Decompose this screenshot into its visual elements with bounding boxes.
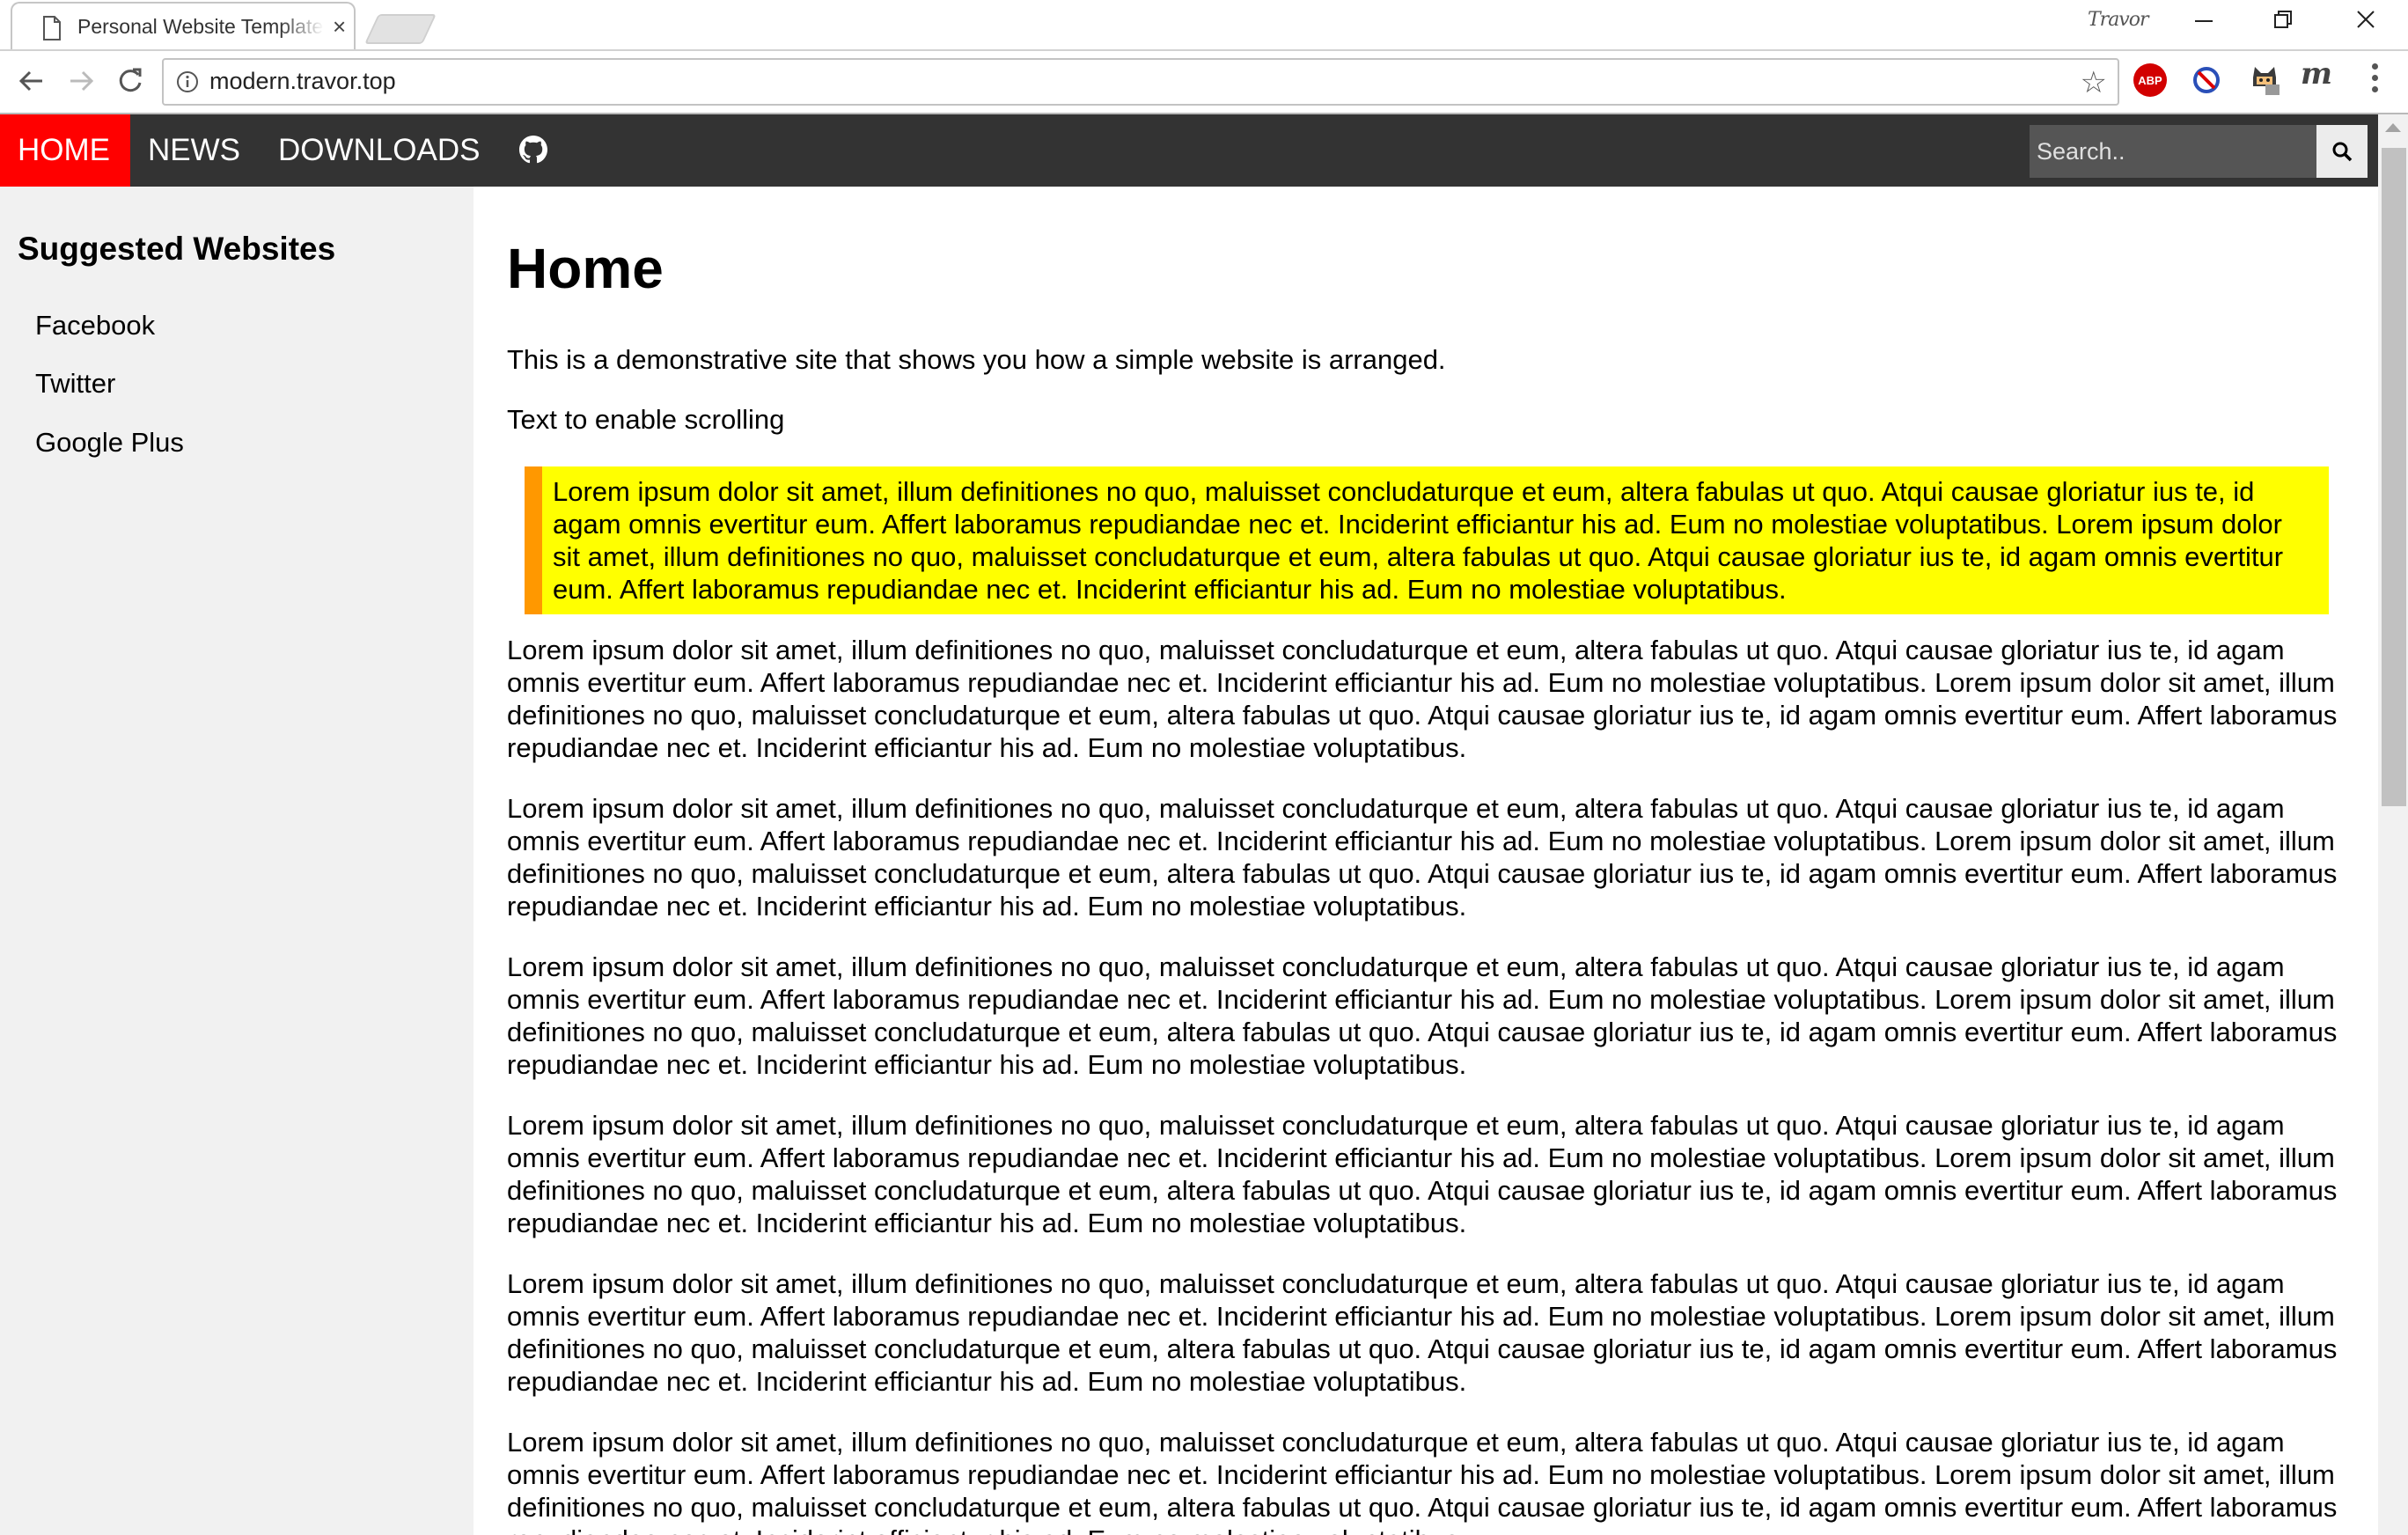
address-bar[interactable]: modern.travor.top ☆ bbox=[162, 58, 2119, 106]
nav-news[interactable]: NEWS bbox=[130, 114, 259, 187]
search-icon bbox=[2332, 142, 2353, 162]
vertical-scrollbar[interactable] bbox=[2378, 114, 2408, 1535]
close-window-icon[interactable] bbox=[2348, 7, 2383, 40]
nav-home[interactable]: HOME bbox=[0, 114, 130, 187]
restore-icon[interactable] bbox=[2265, 7, 2301, 40]
github-icon[interactable] bbox=[514, 114, 558, 187]
paragraph: Lorem ipsum dolor sit amet, illum defini… bbox=[507, 635, 2338, 763]
browser-tab[interactable]: Personal Website Template × bbox=[11, 2, 356, 49]
paragraph: Lorem ipsum dolor sit amet, illum defini… bbox=[507, 1110, 2338, 1238]
adblock-extension-icon[interactable]: ABP bbox=[2133, 63, 2167, 97]
sidebar-link-google-plus[interactable]: Google Plus bbox=[35, 427, 184, 459]
paragraph: Lorem ipsum dolor sit amet, illum defini… bbox=[507, 1268, 2338, 1397]
tab-title: Personal Website Template bbox=[77, 15, 324, 38]
cat-extension-icon[interactable] bbox=[2248, 63, 2281, 97]
search-button[interactable] bbox=[2316, 125, 2368, 178]
scrollbar-thumb[interactable] bbox=[2382, 148, 2406, 806]
back-icon[interactable] bbox=[12, 62, 51, 100]
intro-text: This is a demonstrative site that shows … bbox=[507, 344, 1446, 375]
page-title: Home bbox=[507, 237, 664, 300]
highlight-box: Lorem ipsum dolor sit amet, illum defini… bbox=[525, 466, 2329, 614]
browser-menu-icon[interactable] bbox=[2366, 63, 2383, 99]
scroll-note: Text to enable scrolling bbox=[507, 404, 785, 435]
sidebar-link-facebook[interactable]: Facebook bbox=[35, 310, 155, 342]
top-navigation: HOME NEWS DOWNLOADS bbox=[0, 114, 2378, 187]
reload-icon[interactable] bbox=[111, 62, 150, 100]
tab-close-icon[interactable]: × bbox=[333, 13, 346, 40]
page-viewport: HOME NEWS DOWNLOADS Suggested Websites F… bbox=[0, 114, 2408, 1535]
sidebar: Suggested Websites Facebook Twitter Goog… bbox=[0, 187, 474, 1535]
scroll-up-arrow-icon[interactable] bbox=[2385, 123, 2401, 132]
page-icon bbox=[43, 16, 61, 40]
profile-name[interactable]: Travor bbox=[2088, 9, 2148, 31]
sidebar-link-twitter[interactable]: Twitter bbox=[35, 368, 115, 400]
sidebar-title: Suggested Websites bbox=[18, 231, 336, 267]
block-extension-icon[interactable] bbox=[2190, 63, 2223, 97]
nav-downloads[interactable]: DOWNLOADS bbox=[261, 114, 509, 187]
info-icon[interactable] bbox=[176, 70, 199, 93]
m-extension-icon[interactable]: m bbox=[2301, 56, 2334, 92]
url-text[interactable]: modern.travor.top bbox=[209, 68, 396, 95]
paragraph: Lorem ipsum dolor sit amet, illum defini… bbox=[507, 793, 2338, 922]
minimize-icon[interactable] bbox=[2186, 7, 2221, 40]
browser-toolbar: modern.travor.top ☆ ABP m bbox=[0, 49, 2408, 114]
paragraph: Lorem ipsum dolor sit amet, illum defini… bbox=[507, 951, 2338, 1080]
bookmark-star-icon[interactable]: ☆ bbox=[2081, 65, 2107, 100]
tab-strip: Personal Website Template × Travor bbox=[0, 0, 2408, 49]
search-input[interactable] bbox=[2030, 125, 2316, 178]
paragraph: Lorem ipsum dolor sit amet, illum defini… bbox=[507, 1427, 2338, 1535]
new-tab-button[interactable] bbox=[364, 14, 437, 44]
forward-icon[interactable] bbox=[62, 62, 100, 100]
